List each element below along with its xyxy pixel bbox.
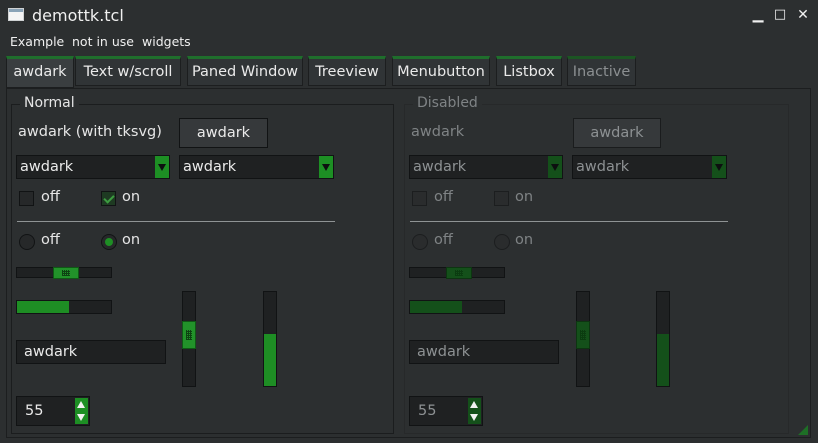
normal-vprogress-fill	[264, 334, 276, 386]
disabled-radio-on-label: on	[515, 232, 534, 248]
grip-icon	[455, 270, 463, 276]
disabled-radio-off	[412, 234, 428, 250]
disabled-entry: awdark	[409, 340, 559, 364]
disabled-checkbox-on-label: on	[515, 189, 534, 205]
tab-awdark[interactable]: awdark	[6, 56, 74, 88]
arrow-down-icon[interactable]	[75, 411, 88, 424]
maximize-button[interactable]: □	[772, 7, 788, 23]
close-button[interactable]: ✕	[795, 7, 811, 23]
menu-example[interactable]: Example	[10, 34, 64, 49]
disabled-radio-on	[494, 234, 510, 250]
normal-radio-on[interactable]	[101, 234, 117, 250]
tab-content: Normal awdark (with tksvg) awdark awdark…	[6, 88, 811, 438]
menu-not-in-use[interactable]: not in use	[72, 34, 134, 49]
chevron-down-icon	[548, 156, 562, 178]
grip-icon	[580, 330, 586, 340]
normal-vertical-scale[interactable]	[182, 291, 196, 387]
tab-inactive: Inactive	[567, 56, 636, 86]
normal-radio-off[interactable]	[19, 234, 35, 250]
disabled-checkbox-off	[412, 191, 427, 206]
grip-icon	[186, 330, 192, 340]
menu-widgets[interactable]: widgets	[142, 34, 191, 49]
disabled-spinbox: 55	[409, 396, 483, 426]
disabled-checkbox-on	[494, 191, 509, 206]
disabled-vertical-progressbar	[656, 291, 670, 387]
menu-bar: Example not in use widgets	[0, 32, 818, 52]
disabled-combobox-2-value: awdark	[576, 159, 630, 175]
normal-button-caption: awdark (with tksvg)	[18, 124, 162, 140]
disabled-vscale-thumb	[576, 321, 590, 349]
disabled-button-caption: awdark	[411, 124, 465, 140]
normal-combobox-2-value: awdark	[183, 159, 237, 175]
normal-hprogress-fill	[17, 301, 69, 313]
disabled-vprogress-fill	[657, 334, 669, 386]
disabled-combobox-2: awdark	[572, 155, 727, 179]
disabled-combobox-1-value: awdark	[413, 159, 467, 175]
normal-button[interactable]: awdark	[179, 118, 268, 148]
window-icon	[8, 8, 24, 21]
arrow-up-icon	[468, 398, 481, 411]
disabled-horizontal-progressbar	[409, 300, 505, 314]
normal-combobox-1[interactable]: awdark	[16, 155, 170, 179]
normal-horizontal-scale[interactable]	[16, 267, 112, 279]
normal-frame-label: Normal	[20, 95, 79, 111]
normal-checkbox-on[interactable]	[101, 191, 116, 206]
tab-menubutton[interactable]: Menubutton	[392, 56, 490, 86]
window-title: demottk.tcl	[32, 6, 124, 25]
chevron-down-icon[interactable]	[155, 156, 169, 178]
disabled-checkbox-off-label: off	[434, 189, 453, 205]
disabled-radio-off-label: off	[434, 232, 453, 248]
arrow-up-icon[interactable]	[75, 398, 88, 411]
tab-paned-window[interactable]: Paned Window	[187, 56, 303, 86]
disabled-button: awdark	[573, 118, 661, 148]
disabled-spinbox-value: 55	[418, 403, 437, 419]
normal-hscale-thumb[interactable]	[53, 267, 79, 279]
disabled-frame-label: Disabled	[413, 95, 482, 111]
normal-checkbox-off-label: off	[41, 189, 60, 205]
normal-radio-on-label: on	[122, 232, 141, 248]
normal-separator	[17, 221, 335, 222]
grip-icon	[62, 270, 70, 276]
normal-checkbox-on-label: on	[122, 189, 141, 205]
normal-radio-off-label: off	[41, 232, 60, 248]
normal-combobox-2[interactable]: awdark	[179, 155, 334, 179]
normal-vscale-thumb[interactable]	[182, 321, 196, 349]
tab-listbox[interactable]: Listbox	[496, 56, 562, 86]
arrow-down-icon	[468, 411, 481, 424]
resize-grip-icon[interactable]	[798, 425, 808, 435]
normal-entry[interactable]: awdark	[16, 340, 166, 364]
chevron-down-icon[interactable]	[319, 156, 333, 178]
normal-spinbox[interactable]: 55	[16, 396, 90, 426]
disabled-vertical-scale	[576, 291, 590, 387]
title-bar: demottk.tcl ▁ □ ✕	[0, 0, 818, 30]
disabled-combobox-1: awdark	[409, 155, 563, 179]
disabled-hprogress-fill	[410, 301, 462, 313]
chevron-down-icon	[712, 156, 726, 178]
tab-text-scroll[interactable]: Text w/scroll	[75, 56, 181, 86]
tab-treeview[interactable]: Treeview	[308, 56, 386, 86]
normal-spinbox-value: 55	[25, 403, 44, 419]
disabled-separator	[410, 221, 728, 222]
normal-vertical-progressbar	[263, 291, 277, 387]
minimize-button[interactable]: ▁	[750, 7, 766, 23]
normal-combobox-1-value: awdark	[20, 159, 74, 175]
normal-horizontal-progressbar	[16, 300, 112, 314]
disabled-hscale-thumb	[446, 267, 472, 279]
normal-checkbox-off[interactable]	[19, 191, 34, 206]
disabled-horizontal-scale	[409, 267, 505, 279]
